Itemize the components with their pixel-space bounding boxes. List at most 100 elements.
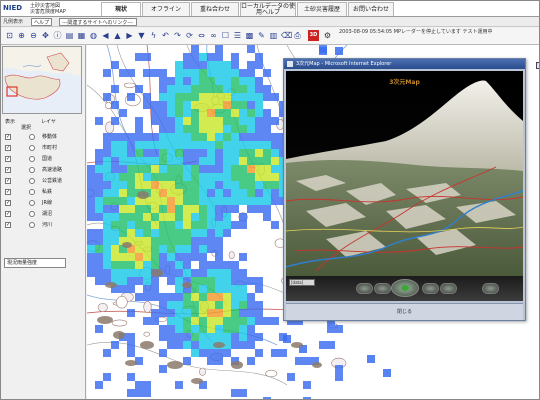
lightning-icon[interactable]: ϟ (149, 31, 158, 41)
overview-map[interactable] (2, 46, 82, 114)
rain-cell (159, 141, 167, 149)
help-dropdown[interactable]: ヘルプ (31, 18, 53, 26)
rain-cell (199, 61, 207, 69)
layer-row: ✓ 公営鉄道 (5, 177, 83, 186)
arrow-right-icon[interactable]: ▶ (125, 31, 134, 41)
rain-cell (175, 229, 183, 237)
rain-cell (247, 197, 255, 205)
rain-cell (135, 221, 143, 229)
tilt-down-button[interactable] (422, 283, 439, 294)
rain-cell (151, 261, 159, 269)
layer-visible-checkbox[interactable]: ✓ (5, 167, 11, 173)
grid-icon[interactable]: ▩ (245, 31, 254, 41)
layer-visible-checkbox[interactable]: ✓ (5, 211, 11, 217)
center-control-button[interactable] (391, 279, 419, 297)
zoom-control-button[interactable] (482, 283, 499, 294)
edit-icon[interactable]: ✎ (257, 31, 266, 41)
layer-visible-checkbox[interactable]: ✓ (5, 145, 11, 151)
globe-icon[interactable]: ◍ (89, 31, 98, 41)
tab-contact[interactable]: お問い合わせ (348, 2, 394, 16)
rain-cell (215, 269, 223, 277)
popup-close-link[interactable]: 閉じる (286, 308, 523, 315)
tab-local-data-help[interactable]: ローカルデータの使用ヘルプ (240, 2, 296, 16)
rain-cell (119, 213, 127, 221)
settings-icon[interactable]: ⚙ (323, 31, 332, 41)
pan-icon[interactable]: ✥ (41, 31, 50, 41)
print-icon[interactable]: ⎙ (293, 31, 302, 41)
rain-cell (159, 69, 167, 77)
rain-cell (191, 69, 199, 77)
layer-visible-checkbox[interactable]: ✓ (5, 222, 11, 228)
binoculars-icon[interactable]: ∞ (209, 31, 218, 41)
rain-cell (239, 189, 247, 197)
rain-cell (271, 141, 279, 149)
layer-select-radio[interactable] (29, 167, 35, 173)
rain-cell (183, 269, 191, 277)
tilt-up-button[interactable] (374, 283, 391, 294)
rain-cell (239, 333, 247, 341)
3d-view[interactable]: 3次元Map [data] (286, 71, 523, 301)
tab-overlay[interactable]: 重ね合わせ (191, 2, 239, 16)
layer-select-radio[interactable] (29, 200, 35, 206)
layer-visible-checkbox[interactable]: ✓ (5, 134, 11, 140)
arrow-up-icon[interactable]: ▲ (113, 31, 122, 41)
layer-select-radio[interactable] (29, 189, 35, 195)
clear-icon[interactable]: ⌫ (281, 31, 292, 41)
arrow-left-icon[interactable]: ◀ (101, 31, 110, 41)
popup-title-bar[interactable]: 3次元Map - Microsoft Internet Explorer _□x (284, 59, 539, 69)
layer-visible-checkbox[interactable]: ✓ (5, 189, 11, 195)
view-3d-button[interactable]: 3D (308, 30, 319, 41)
tab-current[interactable]: 現状 (101, 2, 141, 16)
rain-cell (223, 77, 231, 85)
folder-icon[interactable]: ▤ (65, 31, 74, 41)
layer-select-radio[interactable] (29, 211, 35, 217)
zoom-in-icon[interactable]: ⊕ (17, 31, 26, 41)
layer-visible-checkbox[interactable]: ✓ (5, 200, 11, 206)
layer-select-radio[interactable] (29, 178, 35, 184)
arrow-down-icon[interactable]: ▼ (137, 31, 146, 41)
tab-disaster-history[interactable]: 土砂災害履歴 (297, 2, 347, 16)
identify-icon[interactable]: ⓘ (53, 31, 62, 41)
layer-select-radio[interactable] (29, 156, 35, 162)
close-button[interactable]: x (536, 62, 539, 69)
rain-cell (231, 309, 239, 317)
layer-select-radio[interactable] (29, 222, 35, 228)
layer-type-select[interactable]: 現況雨量強度 (4, 258, 66, 268)
rain-cell (183, 189, 191, 197)
layer-select-radio[interactable] (29, 134, 35, 140)
rain-cell (207, 245, 215, 253)
layer-visible-checkbox[interactable]: ✓ (5, 156, 11, 162)
forward-icon[interactable]: ↷ (173, 31, 182, 41)
refresh-icon[interactable]: ⟳ (185, 31, 194, 41)
rain-cell (231, 261, 239, 269)
rain-cell (119, 197, 127, 205)
rain-cell (191, 197, 199, 205)
select-icon[interactable]: ☐ (221, 31, 230, 41)
list-icon[interactable]: ☰ (233, 31, 242, 41)
rain-cell (127, 285, 135, 293)
rain-cell (231, 189, 239, 197)
layer-select-radio[interactable] (29, 145, 35, 151)
rain-cell (95, 261, 103, 269)
tab-offline[interactable]: オフライン (142, 2, 190, 16)
back-icon[interactable]: ↶ (161, 31, 170, 41)
rain-cell (151, 157, 159, 165)
rain-cell (223, 309, 231, 317)
layer-visible-checkbox[interactable]: ✓ (5, 178, 11, 184)
related-links-select[interactable]: ---関連するサイトへのリンク--- (59, 18, 137, 26)
rain-cell (255, 61, 263, 69)
rotate-left-button[interactable] (356, 283, 373, 294)
rain-cell (167, 189, 175, 197)
rain-cell (255, 349, 263, 357)
chart-icon[interactable]: ▥ (269, 31, 278, 41)
rain-cell (175, 325, 183, 333)
3d-data-field[interactable]: [data] (289, 279, 315, 286)
rain-cell (119, 109, 127, 117)
rotate-right-button[interactable] (440, 283, 457, 294)
zoom-out-icon[interactable]: ⊖ (29, 31, 38, 41)
full-extent-icon[interactable]: ⊡ (5, 31, 14, 41)
legend-toggle[interactable]: 凡例表示 (3, 18, 23, 26)
layers-icon[interactable]: ▦ (77, 31, 86, 41)
rain-cell (143, 157, 151, 165)
measure-icon[interactable]: ⇔ (197, 31, 206, 41)
